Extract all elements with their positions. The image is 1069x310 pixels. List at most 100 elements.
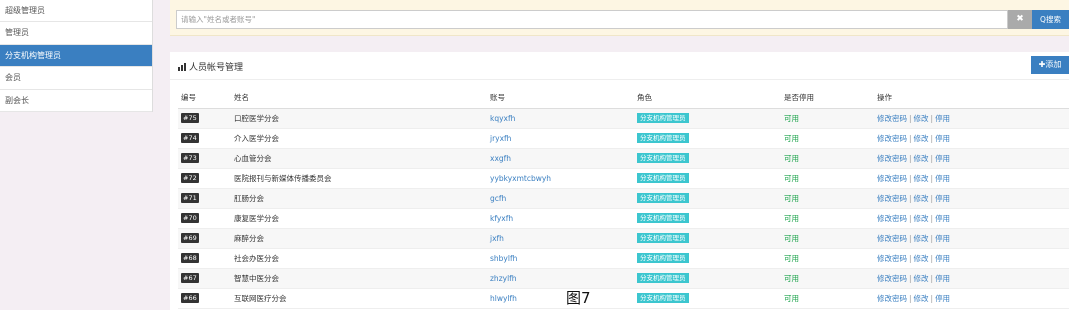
search-input[interactable]: 请输入"姓名或者账号"	[176, 10, 1008, 29]
row-status: 可用	[784, 113, 799, 123]
edit-link[interactable]: 修改	[914, 194, 929, 203]
row-id: #72	[178, 168, 234, 188]
row-role: 分支机构管理员	[637, 148, 784, 168]
header-status: 是否停用	[784, 93, 814, 103]
edit-link[interactable]: 修改	[914, 254, 929, 263]
row-account[interactable]: jryxfh	[490, 128, 637, 148]
row-role: 分支机构管理员	[637, 268, 784, 288]
disable-link[interactable]: 停用	[935, 154, 950, 163]
search-button[interactable]: Q搜索	[1032, 10, 1069, 29]
change-password-link[interactable]: 修改密码	[877, 214, 907, 223]
change-password-link[interactable]: 修改密码	[877, 114, 907, 123]
row-account[interactable]: xxgfh	[490, 148, 637, 168]
disable-link[interactable]: 停用	[935, 214, 950, 223]
account-table: 编号 姓名 账号 角色 是否停用 操作 #75 口腔医学分会 kqyxfh 分支机构管…	[178, 88, 1069, 309]
change-password-link[interactable]: 修改密码	[877, 134, 907, 143]
disable-link[interactable]: 停用	[935, 194, 950, 203]
role-badge: 分支机构管理员	[637, 133, 689, 143]
disable-link[interactable]: 停用	[935, 274, 950, 283]
table-row: #69 麻醉分会 jxfh 分支机构管理员 可用 修改密码 | 修改 | 停用	[178, 228, 1069, 248]
row-status: 可用	[784, 133, 799, 143]
row-role: 分支机构管理员	[637, 128, 784, 148]
header-role: 角色	[637, 93, 652, 103]
edit-link[interactable]: 修改	[914, 234, 929, 243]
edit-link[interactable]: 修改	[914, 174, 929, 183]
edit-link[interactable]: 修改	[914, 134, 929, 143]
change-password-link[interactable]: 修改密码	[877, 174, 907, 183]
change-password-link[interactable]: 修改密码	[877, 194, 907, 203]
row-actions: 修改密码 | 修改 | 停用	[877, 168, 1069, 188]
row-name: 肛肠分会	[234, 193, 264, 203]
clear-search-button[interactable]: ✖	[1008, 10, 1032, 29]
row-actions: 修改密码 | 修改 | 停用	[877, 208, 1069, 228]
header-actions: 操作	[877, 93, 892, 103]
row-status: 可用	[784, 153, 799, 163]
row-id: #73	[178, 148, 234, 168]
header-account: 账号	[490, 93, 505, 103]
role-badge: 分支机构管理员	[637, 213, 689, 223]
row-status: 可用	[784, 253, 799, 263]
row-account[interactable]: yybkyxmtcbwyh	[490, 168, 637, 188]
sidebar-item[interactable]: 副会长	[0, 90, 152, 112]
table-row: #75 口腔医学分会 kqyxfh 分支机构管理员 可用 修改密码 | 修改 | 停用	[178, 108, 1069, 128]
disable-link[interactable]: 停用	[935, 174, 950, 183]
row-id: #69	[178, 228, 234, 248]
row-account[interactable]: hlwylfh	[490, 288, 637, 308]
row-id: #71	[178, 188, 234, 208]
change-password-link[interactable]: 修改密码	[877, 254, 907, 263]
edit-link[interactable]: 修改	[914, 214, 929, 223]
change-password-link[interactable]: 修改密码	[877, 294, 907, 303]
edit-link[interactable]: 修改	[914, 154, 929, 163]
row-name: 麻醉分会	[234, 233, 264, 243]
row-account[interactable]: jxfh	[490, 228, 637, 248]
row-actions: 修改密码 | 修改 | 停用	[877, 128, 1069, 148]
id-badge: #69	[181, 233, 199, 243]
sidebar-item[interactable]: 管理员	[0, 22, 152, 45]
role-badge: 分支机构管理员	[637, 193, 689, 203]
row-status: 可用	[784, 293, 799, 303]
search-bar: 请输入"姓名或者账号" ✖ Q搜索	[170, 0, 1069, 36]
disable-link[interactable]: 停用	[935, 114, 950, 123]
row-actions: 修改密码 | 修改 | 停用	[877, 148, 1069, 168]
change-password-link[interactable]: 修改密码	[877, 234, 907, 243]
edit-link[interactable]: 修改	[914, 114, 929, 123]
row-account[interactable]: shbylfh	[490, 248, 637, 268]
header-id: 编号	[181, 93, 196, 103]
edit-link[interactable]: 修改	[914, 274, 929, 283]
table-header-row: 编号 姓名 账号 角色 是否停用 操作	[178, 88, 1069, 108]
disable-link[interactable]: 停用	[935, 254, 950, 263]
change-password-link[interactable]: 修改密码	[877, 274, 907, 283]
add-button[interactable]: ✚添加	[1031, 56, 1069, 74]
table-row: #67 智慧中医分会 zhzylfh 分支机构管理员 可用 修改密码 | 修改 | 停用	[178, 268, 1069, 288]
disable-link[interactable]: 停用	[935, 134, 950, 143]
row-name: 康复医学分会	[234, 213, 279, 223]
row-id: #67	[178, 268, 234, 288]
row-account[interactable]: kfyxfh	[490, 208, 637, 228]
id-badge: #75	[181, 113, 199, 123]
id-badge: #72	[181, 173, 199, 183]
role-badge: 分支机构管理员	[637, 233, 689, 243]
row-role: 分支机构管理员	[637, 288, 784, 308]
row-account[interactable]: zhzylfh	[490, 268, 637, 288]
signal-bars-icon	[178, 63, 187, 74]
row-status: 可用	[784, 233, 799, 243]
disable-link[interactable]: 停用	[935, 234, 950, 243]
sidebar-item[interactable]: 分支机构管理员	[0, 44, 152, 68]
row-name: 互联网医疗分会	[234, 293, 287, 303]
change-password-link[interactable]: 修改密码	[877, 154, 907, 163]
disable-link[interactable]: 停用	[935, 294, 950, 303]
edit-link[interactable]: 修改	[914, 294, 929, 303]
sidebar-item[interactable]: 会员	[0, 67, 152, 90]
row-name: 介入医学分会	[234, 133, 279, 143]
role-badge: 分支机构管理员	[637, 293, 689, 303]
sidebar-item[interactable]: 超级管理员	[0, 0, 152, 23]
row-actions: 修改密码 | 修改 | 停用	[877, 288, 1069, 308]
row-account[interactable]: gcfh	[490, 188, 637, 208]
row-actions: 修改密码 | 修改 | 停用	[877, 248, 1069, 268]
row-account[interactable]: kqyxfh	[490, 108, 637, 128]
close-icon: ✖	[1016, 14, 1024, 24]
row-id: #66	[178, 288, 234, 308]
row-role: 分支机构管理员	[637, 188, 784, 208]
row-name: 社会办医分会	[234, 253, 279, 263]
row-name: 口腔医学分会	[234, 113, 279, 123]
